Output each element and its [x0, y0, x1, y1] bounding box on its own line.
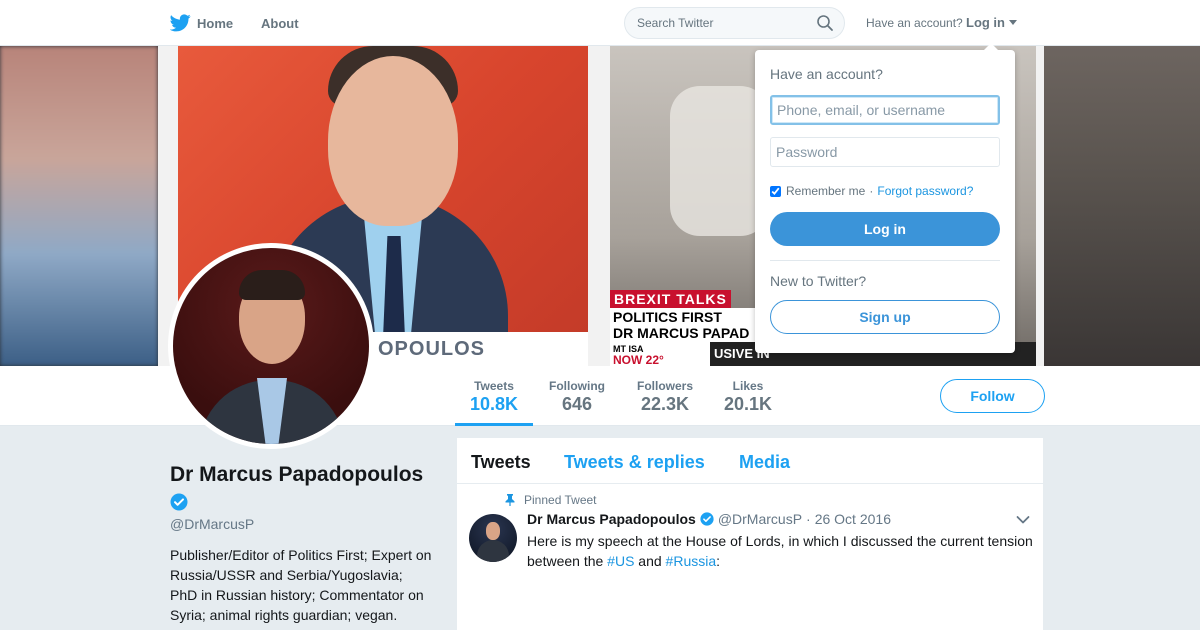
tweet-text-part3: : — [716, 553, 721, 569]
top-navigation-bar: Home About Have an account? Log in — [0, 0, 1200, 46]
password-input[interactable] — [770, 137, 1000, 167]
banner-ticker-line1: POLITICS FIRST — [613, 309, 722, 325]
have-account-text: Have an account? — [866, 16, 963, 30]
new-to-twitter-prompt: New to Twitter? — [770, 273, 867, 289]
caret-down-icon — [1009, 20, 1017, 25]
remember-separator: · — [869, 184, 874, 198]
banner-figure-head — [328, 56, 458, 226]
tweet-author-name[interactable]: Dr Marcus Papadopoulos — [527, 511, 696, 527]
login-dropdown: Have an account? Remember me · Forgot pa… — [755, 43, 1015, 353]
stat-tweets-label: Tweets — [474, 379, 514, 393]
forgot-password-link[interactable]: Forgot password? — [877, 184, 973, 198]
stat-following[interactable]: Following 646 — [540, 366, 614, 426]
login-toggle-label: Log in — [966, 15, 1005, 30]
tweet-timestamp[interactable]: 26 Oct 2016 — [815, 511, 891, 527]
stat-tweets[interactable]: Tweets 10.8K — [455, 366, 533, 426]
tweet-header: Dr Marcus Papadopoulos @DrMarcusP · 26 O… — [527, 511, 891, 527]
nav-home-link[interactable]: Home — [170, 13, 233, 33]
tweet-text-part2: and — [634, 553, 666, 569]
twitter-bird-icon — [170, 14, 191, 32]
banner-ticker-temp: NOW 22° — [613, 353, 664, 366]
username-input[interactable] — [770, 95, 1000, 125]
timeline-tabs: Tweets Tweets & replies Media — [457, 438, 1043, 484]
banner-ticker-topic: BREXIT TALKS — [610, 290, 731, 308]
hashtag-link-russia[interactable]: #Russia — [666, 553, 717, 569]
stat-following-label: Following — [549, 379, 605, 393]
remember-me-label: Remember me — [786, 184, 866, 198]
search-input[interactable] — [624, 7, 845, 39]
profile-avatar-photo — [173, 248, 369, 444]
pinned-tweet-label: Pinned Tweet — [524, 493, 597, 507]
tweet-avatar-face — [486, 522, 500, 540]
banner-caption-text: OPOULOS — [378, 338, 486, 360]
avatar-figure-hair — [239, 270, 305, 300]
banner-ticker-weather: MT ISA NOW 22° — [610, 342, 710, 366]
stat-following-value: 646 — [561, 394, 593, 414]
verified-badge-icon — [700, 512, 714, 526]
pinned-tweet-context: Pinned Tweet — [505, 493, 597, 507]
tweet-author-avatar[interactable] — [469, 514, 517, 562]
hashtag-link-us[interactable]: #US — [607, 553, 634, 569]
banner-blur-left — [0, 46, 158, 366]
stat-likes-label: Likes — [732, 379, 764, 393]
banner-ticker-line2: DR MARCUS PAPAD — [613, 325, 750, 341]
follow-button[interactable]: Follow — [940, 379, 1045, 413]
login-dropdown-title: Have an account? — [770, 66, 883, 82]
profile-avatar[interactable] — [168, 243, 374, 449]
tweet-author-username[interactable]: @DrMarcusP — [718, 511, 802, 527]
verified-badge-icon — [170, 493, 188, 511]
tab-tweets-and-replies[interactable]: Tweets & replies — [564, 452, 705, 473]
signup-button[interactable]: Sign up — [770, 300, 1000, 334]
timeline: Tweets Tweets & replies Media Pinned Twe… — [456, 437, 1044, 630]
banner-ticker-lines: POLITICS FIRST DR MARCUS PAPAD — [610, 308, 760, 342]
stat-likes-value: 20.1K — [723, 394, 773, 414]
search-icon[interactable] — [816, 14, 834, 32]
stat-tweets-value: 10.8K — [469, 394, 519, 414]
tweet-text-part1: Here is my speech at the House of Lords,… — [527, 533, 1033, 569]
stat-followers-label: Followers — [636, 379, 693, 393]
tab-tweets[interactable]: Tweets — [471, 452, 531, 473]
profile-bio: Publisher/Editor of Politics First; Expe… — [170, 547, 432, 623]
profile-handle[interactable]: @DrMarcusP — [170, 516, 254, 532]
stat-followers[interactable]: Followers 22.3K — [628, 366, 702, 426]
dropdown-divider — [770, 260, 1000, 261]
stat-likes[interactable]: Likes 20.1K — [716, 366, 780, 426]
tweet-text: Here is my speech at the House of Lords,… — [527, 531, 1037, 571]
tweet-header-separator: · — [806, 511, 811, 527]
banner-blur-right — [1044, 46, 1200, 366]
tweet-avatar-suit — [477, 540, 509, 562]
pin-icon — [505, 494, 515, 506]
login-submit-button[interactable]: Log in — [770, 212, 1000, 246]
nav-about-link[interactable]: About — [261, 16, 299, 31]
nav-home-label: Home — [197, 15, 234, 31]
remember-me-checkbox[interactable] — [770, 185, 781, 197]
profile-name[interactable]: Dr Marcus Papadopoulos — [170, 463, 423, 487]
stat-followers-value: 22.3K — [640, 394, 690, 414]
remember-me-row: Remember me · Forgot password? — [770, 184, 973, 198]
login-dropdown-toggle[interactable]: Log in — [966, 15, 1017, 30]
chevron-down-icon[interactable] — [1016, 515, 1030, 525]
tab-media[interactable]: Media — [739, 452, 790, 473]
